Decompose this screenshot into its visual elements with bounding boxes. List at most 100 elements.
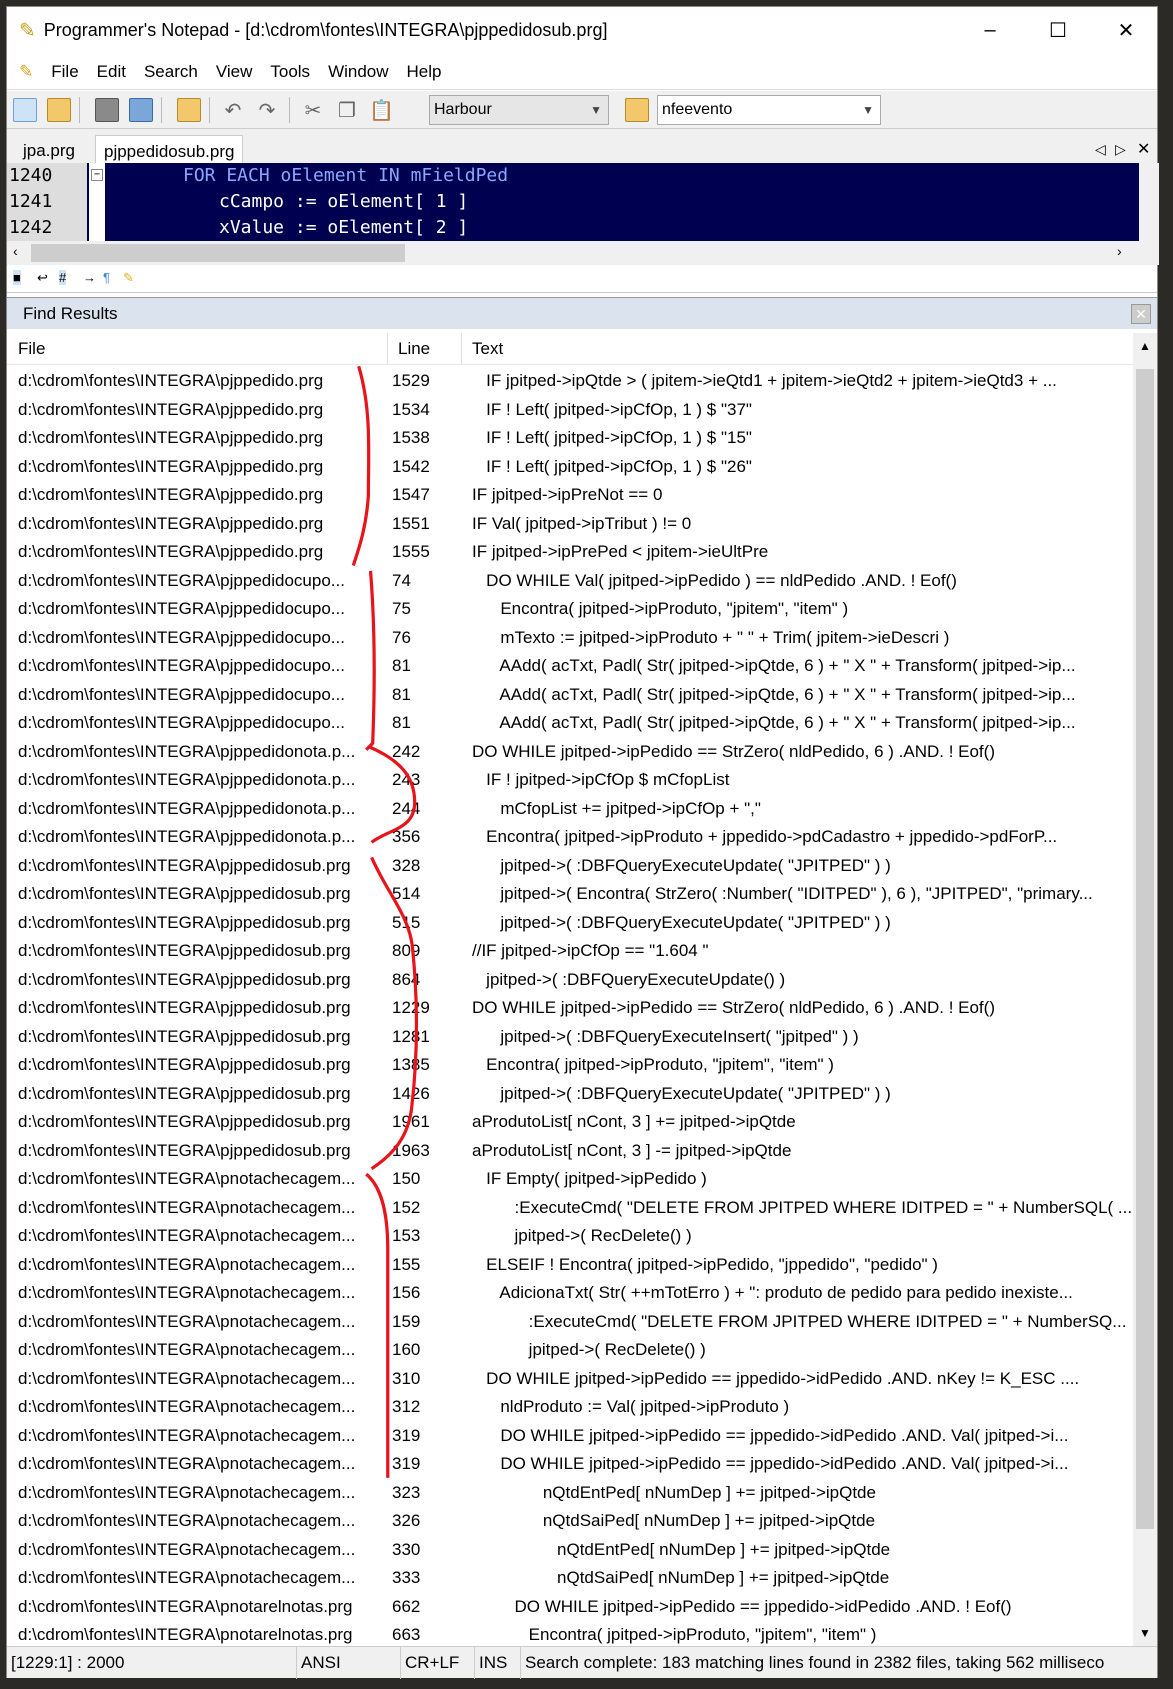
result-row[interactable]: d:\cdrom\fontes\INTEGRA\pjppedidonota.p.… bbox=[7, 795, 1133, 824]
result-row[interactable]: d:\cdrom\fontes\INTEGRA\pnotachecagem...… bbox=[7, 1507, 1133, 1536]
cut-icon[interactable]: ✂ bbox=[301, 98, 325, 122]
result-row[interactable]: d:\cdrom\fontes\INTEGRA\pjppedido.prg 154… bbox=[7, 481, 1133, 510]
color-icon[interactable]: ■ bbox=[13, 270, 21, 285]
result-row[interactable]: d:\cdrom\fontes\INTEGRA\pjppedidosub.prg… bbox=[7, 909, 1133, 938]
results-vertical-scrollbar[interactable]: ▲ ▼ bbox=[1133, 333, 1157, 1646]
result-row[interactable]: d:\cdrom\fontes\INTEGRA\pjppedidosub.prg… bbox=[7, 1137, 1133, 1166]
result-row[interactable]: d:\cdrom\fontes\INTEGRA\pjppedidonota.p.… bbox=[7, 766, 1133, 795]
result-row[interactable]: d:\cdrom\fontes\INTEGRA\pjppedidocupo...… bbox=[7, 681, 1133, 710]
result-row[interactable]: d:\cdrom\fontes\INTEGRA\pnotachecagem...… bbox=[7, 1308, 1133, 1337]
open-project-icon[interactable] bbox=[177, 98, 201, 122]
result-row[interactable]: d:\cdrom\fontes\INTEGRA\pnotachecagem...… bbox=[7, 1251, 1133, 1280]
result-row[interactable]: d:\cdrom\fontes\INTEGRA\pjppedidocupo...… bbox=[7, 652, 1133, 681]
result-row[interactable]: d:\cdrom\fontes\INTEGRA\pnotarelnotas.pr… bbox=[7, 1621, 1133, 1646]
result-row[interactable]: d:\cdrom\fontes\INTEGRA\pjppedidosub.prg… bbox=[7, 966, 1133, 995]
redo-icon[interactable]: ↷ bbox=[255, 98, 279, 122]
close-panel-icon[interactable]: ✕ bbox=[1131, 304, 1151, 324]
toolbar-separator bbox=[209, 97, 210, 123]
result-row[interactable]: d:\cdrom\fontes\INTEGRA\pjppedido.prg 154… bbox=[7, 453, 1133, 482]
result-row[interactable]: d:\cdrom\fontes\INTEGRA\pjppedidosub.prg… bbox=[7, 880, 1133, 909]
result-row[interactable]: d:\cdrom\fontes\INTEGRA\pjppedidocupo...… bbox=[7, 624, 1133, 653]
open-file-icon[interactable] bbox=[47, 98, 71, 122]
line-numbers-icon[interactable]: # bbox=[59, 270, 67, 285]
result-row[interactable]: d:\cdrom\fontes\INTEGRA\pjppedidosub.prg… bbox=[7, 852, 1133, 881]
results-list: d:\cdrom\fontes\INTEGRA\pjppedido.prg 152… bbox=[7, 367, 1133, 1646]
result-row[interactable]: d:\cdrom\fontes\INTEGRA\pjppedidosub.prg… bbox=[7, 1080, 1133, 1109]
result-row[interactable]: d:\cdrom\fontes\INTEGRA\pjppedidosub.prg… bbox=[7, 1051, 1133, 1080]
result-row[interactable]: d:\cdrom\fontes\INTEGRA\pnotachecagem...… bbox=[7, 1222, 1133, 1251]
close-button[interactable]: ✕ bbox=[1103, 13, 1149, 47]
scroll-right-icon[interactable]: › bbox=[1117, 243, 1122, 259]
menu-search[interactable]: Search bbox=[144, 62, 198, 82]
minimize-button[interactable]: – bbox=[967, 13, 1013, 47]
scrollbar-thumb[interactable] bbox=[1136, 369, 1154, 1529]
result-row[interactable]: d:\cdrom\fontes\INTEGRA\pjppedidocupo...… bbox=[7, 595, 1133, 624]
result-text: ELSEIF ! Encontra( jpitped->ipPedido, "j… bbox=[472, 1254, 938, 1274]
result-row[interactable]: d:\cdrom\fontes\INTEGRA\pnotachecagem...… bbox=[7, 1564, 1133, 1593]
result-row[interactable]: d:\cdrom\fontes\INTEGRA\pjppedido.prg 153… bbox=[7, 424, 1133, 453]
result-text: jpitped->( :DBFQueryExecuteUpdate( "JPIT… bbox=[472, 912, 891, 932]
result-row[interactable]: d:\cdrom\fontes\INTEGRA\pjppedidonota.p.… bbox=[7, 738, 1133, 767]
menu-view[interactable]: View bbox=[216, 62, 253, 82]
new-file-icon[interactable] bbox=[13, 98, 37, 122]
result-row[interactable]: d:\cdrom\fontes\INTEGRA\pnotachecagem...… bbox=[7, 1194, 1133, 1223]
whitespace-icon[interactable]: → bbox=[83, 270, 96, 285]
result-row[interactable]: d:\cdrom\fontes\INTEGRA\pjppedidosub.prg… bbox=[7, 1023, 1133, 1052]
menu-help[interactable]: Help bbox=[407, 62, 442, 82]
result-row[interactable]: d:\cdrom\fontes\INTEGRA\pnotachecagem...… bbox=[7, 1279, 1133, 1308]
column-text[interactable]: Text bbox=[462, 333, 1133, 365]
result-row[interactable]: d:\cdrom\fontes\INTEGRA\pjppedidocupo...… bbox=[7, 567, 1133, 596]
result-row[interactable]: d:\cdrom\fontes\INTEGRA\pnotachecagem...… bbox=[7, 1536, 1133, 1565]
result-line: 74 bbox=[392, 570, 411, 590]
undo-icon[interactable]: ↶ bbox=[221, 98, 245, 122]
result-row[interactable]: d:\cdrom\fontes\INTEGRA\pjppedido.prg 152… bbox=[7, 367, 1133, 396]
save-all-icon[interactable] bbox=[129, 98, 153, 122]
eol-icon[interactable]: ¶ bbox=[103, 270, 110, 285]
result-text: //IF jpitped->ipCfOp == "1.604 " bbox=[472, 941, 709, 960]
editor-horizontal-scrollbar[interactable]: ‹ › bbox=[7, 241, 1159, 265]
scroll-up-icon[interactable]: ▲ bbox=[1139, 339, 1151, 353]
scheme-select[interactable]: Harbour ▼ bbox=[429, 95, 609, 125]
column-line[interactable]: Line bbox=[388, 333, 462, 365]
scrollbar-thumb[interactable] bbox=[31, 244, 405, 262]
search-combo[interactable]: nfeevento ▼ bbox=[657, 95, 881, 125]
result-row[interactable]: d:\cdrom\fontes\INTEGRA\pjppedidosub.prg… bbox=[7, 937, 1133, 966]
menu-file[interactable]: File bbox=[51, 62, 78, 82]
result-row[interactable]: d:\cdrom\fontes\INTEGRA\pjppedidocupo...… bbox=[7, 709, 1133, 738]
result-row[interactable]: d:\cdrom\fontes\INTEGRA\pnotachecagem...… bbox=[7, 1393, 1133, 1422]
result-row[interactable]: d:\cdrom\fontes\INTEGRA\pjppedidosub.prg… bbox=[7, 994, 1133, 1023]
result-row[interactable]: d:\cdrom\fontes\INTEGRA\pjppedido.prg 153… bbox=[7, 396, 1133, 425]
code-editor[interactable]: 1240 1241 1242 − FOR EACH oElement IN mF… bbox=[7, 163, 1139, 241]
result-row[interactable]: d:\cdrom\fontes\INTEGRA\pjppedido.prg 155… bbox=[7, 510, 1133, 539]
menu-window[interactable]: Window bbox=[328, 62, 388, 82]
result-row[interactable]: d:\cdrom\fontes\INTEGRA\pnotachecagem...… bbox=[7, 1450, 1133, 1479]
find-in-files-icon[interactable] bbox=[625, 98, 649, 122]
editor-vertical-scrollbar[interactable] bbox=[1139, 163, 1159, 241]
result-row[interactable]: d:\cdrom\fontes\INTEGRA\pjppedido.prg 155… bbox=[7, 538, 1133, 567]
scroll-left-icon[interactable]: ‹ bbox=[13, 243, 18, 259]
menu-edit[interactable]: Edit bbox=[97, 62, 126, 82]
menu-tools[interactable]: Tools bbox=[270, 62, 310, 82]
result-row[interactable]: d:\cdrom\fontes\INTEGRA\pnotachecagem...… bbox=[7, 1365, 1133, 1394]
result-row[interactable]: d:\cdrom\fontes\INTEGRA\pnotachecagem...… bbox=[7, 1479, 1133, 1508]
result-row[interactable]: d:\cdrom\fontes\INTEGRA\pnotachecagem...… bbox=[7, 1336, 1133, 1365]
tab-close-icon[interactable]: ✕ bbox=[1137, 139, 1150, 159]
fold-collapse-icon[interactable]: − bbox=[91, 169, 103, 181]
save-icon[interactable] bbox=[95, 98, 119, 122]
highlight-icon[interactable]: ✎ bbox=[123, 270, 134, 286]
result-row[interactable]: d:\cdrom\fontes\INTEGRA\pjppedidonota.p.… bbox=[7, 823, 1133, 852]
result-text: nldProduto := Val( jpitped->ipProduto ) bbox=[472, 1397, 790, 1416]
result-row[interactable]: d:\cdrom\fontes\INTEGRA\pnotachecagem...… bbox=[7, 1422, 1133, 1451]
copy-icon[interactable]: ❐ bbox=[335, 98, 359, 122]
result-row[interactable]: d:\cdrom\fontes\INTEGRA\pnotarelnotas.pr… bbox=[7, 1593, 1133, 1622]
scroll-down-icon[interactable]: ▼ bbox=[1139, 1626, 1151, 1640]
result-row[interactable]: d:\cdrom\fontes\INTEGRA\pnotachecagem...… bbox=[7, 1165, 1133, 1194]
tab-prev-icon[interactable]: ◁ bbox=[1095, 141, 1106, 158]
maximize-button[interactable]: ☐ bbox=[1035, 13, 1081, 47]
find-results-title: Find Results bbox=[23, 303, 118, 323]
word-wrap-icon[interactable]: ↩ bbox=[37, 270, 48, 286]
tab-next-icon[interactable]: ▷ bbox=[1115, 141, 1126, 158]
column-file[interactable]: File bbox=[7, 333, 388, 365]
paste-icon[interactable]: 📋 bbox=[369, 98, 394, 122]
result-row[interactable]: d:\cdrom\fontes\INTEGRA\pjppedidosub.prg… bbox=[7, 1108, 1133, 1137]
